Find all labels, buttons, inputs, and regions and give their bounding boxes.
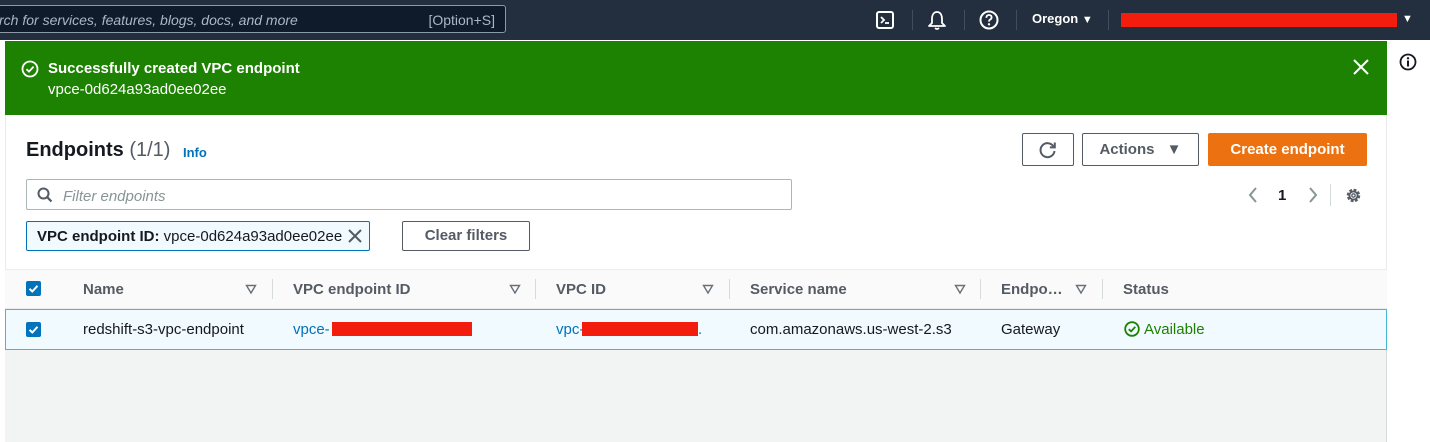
- column-header-vpc-id[interactable]: VPC ID: [556, 281, 606, 298]
- column-header-service-name[interactable]: Service name: [750, 281, 847, 298]
- nav-divider: [1108, 10, 1109, 30]
- gear-icon[interactable]: [1344, 186, 1363, 205]
- endpoint-type-cell: Gateway: [1001, 321, 1061, 338]
- success-check-icon: [21, 60, 39, 78]
- search-shortcut-hint: [Option+S]: [428, 12, 495, 28]
- column-header-vpc-endpoint-id[interactable]: VPC endpoint ID: [293, 281, 411, 298]
- close-icon[interactable]: [1351, 57, 1371, 77]
- redacted-account-name[interactable]: [1121, 13, 1397, 27]
- next-page-icon[interactable]: [1306, 186, 1320, 204]
- search-placeholder: rch for services, features, blogs, docs,…: [0, 12, 298, 28]
- refresh-icon: [1039, 142, 1056, 159]
- select-all-checkbox[interactable]: [26, 281, 41, 296]
- banner-endpoint-id: vpce-0d624a93ad0ee02ee: [48, 81, 227, 98]
- nav-divider: [912, 10, 913, 30]
- filter-token-label: VPC endpoint ID:: [37, 228, 160, 245]
- status-text: Available: [1144, 321, 1205, 338]
- create-endpoint-button[interactable]: Create endpoint: [1208, 133, 1367, 166]
- chevron-down-icon[interactable]: ▼: [1402, 13, 1413, 25]
- status-badge: Available: [1124, 321, 1205, 338]
- info-icon[interactable]: [1399, 53, 1417, 71]
- global-search-box[interactable]: rch for services, features, blogs, docs,…: [0, 5, 506, 33]
- table-header: [5, 269, 1387, 309]
- column-divider[interactable]: [980, 279, 981, 299]
- previous-page-icon[interactable]: [1246, 186, 1260, 204]
- status-available-icon: [1124, 321, 1140, 337]
- vpc-id-suffix[interactable]: .: [698, 321, 702, 338]
- region-label: Oregon: [1032, 11, 1079, 26]
- actions-dropdown-button[interactable]: Actions ▼: [1082, 133, 1199, 166]
- column-divider[interactable]: [729, 279, 730, 299]
- success-flash-banner: Successfully created VPC endpoint vpce-0…: [5, 41, 1387, 115]
- actions-label: Actions: [1099, 141, 1155, 158]
- sort-icon[interactable]: [954, 283, 966, 295]
- search-icon: [37, 187, 53, 203]
- clear-filters-button[interactable]: Clear filters: [402, 221, 530, 251]
- content-background: [5, 350, 1387, 442]
- row-checkbox[interactable]: [26, 322, 41, 337]
- column-divider[interactable]: [272, 279, 273, 299]
- filter-endpoints-field[interactable]: [26, 179, 792, 210]
- region-selector[interactable]: Oregon ▼: [1032, 11, 1093, 26]
- endpoint-name-cell: redshift-s3-vpc-endpoint: [83, 321, 244, 338]
- remove-filter-icon[interactable]: [347, 228, 363, 244]
- info-link[interactable]: Info: [183, 145, 207, 160]
- notifications-bell-icon[interactable]: [926, 9, 948, 31]
- page-title: Endpoints (1/1): [26, 139, 170, 162]
- sort-icon[interactable]: [702, 283, 714, 295]
- cloudshell-icon[interactable]: [874, 9, 896, 31]
- top-navigation-bar: rch for services, features, blogs, docs,…: [0, 0, 1430, 40]
- sort-icon[interactable]: [1075, 283, 1087, 295]
- page-title-text: Endpoints: [26, 139, 124, 161]
- vpc-endpoint-id-link[interactable]: vpce-: [293, 321, 330, 338]
- filter-token-value: vpce-0d624a93ad0ee02ee: [163, 228, 343, 245]
- nav-divider: [1016, 10, 1017, 30]
- column-header-endpoint-type[interactable]: Endpo…: [1001, 281, 1063, 298]
- column-header-status[interactable]: Status: [1123, 281, 1169, 298]
- redacted-vpc-id: [582, 322, 698, 336]
- filter-token: VPC endpoint ID: vpce-0d624a93ad0ee02ee: [26, 221, 370, 251]
- help-icon[interactable]: [978, 9, 1000, 31]
- pagination-divider: [1330, 184, 1331, 206]
- endpoint-count: (1/1): [129, 139, 171, 161]
- sort-icon[interactable]: [245, 283, 257, 295]
- column-header-name[interactable]: Name: [83, 281, 124, 298]
- filter-endpoints-input[interactable]: [61, 185, 765, 207]
- column-divider[interactable]: [1102, 279, 1103, 299]
- vpc-id-link[interactable]: vpc-: [556, 321, 584, 338]
- nav-divider: [964, 10, 965, 30]
- redacted-endpoint-id: [332, 322, 472, 336]
- filter-token-text: VPC endpoint ID: vpce-0d624a93ad0ee02ee: [37, 228, 342, 245]
- checkmark-icon: [28, 326, 39, 334]
- sort-icon[interactable]: [509, 283, 521, 295]
- refresh-button[interactable]: [1022, 133, 1074, 166]
- service-name-cell: com.amazonaws.us-west-2.s3: [750, 321, 952, 338]
- column-divider[interactable]: [535, 279, 536, 299]
- current-page-number[interactable]: 1: [1278, 187, 1286, 204]
- chevron-down-icon: ▼: [1081, 14, 1093, 26]
- caret-down-icon: ▼: [1166, 141, 1182, 158]
- banner-title: Successfully created VPC endpoint: [48, 60, 300, 77]
- checkmark-icon: [28, 285, 39, 293]
